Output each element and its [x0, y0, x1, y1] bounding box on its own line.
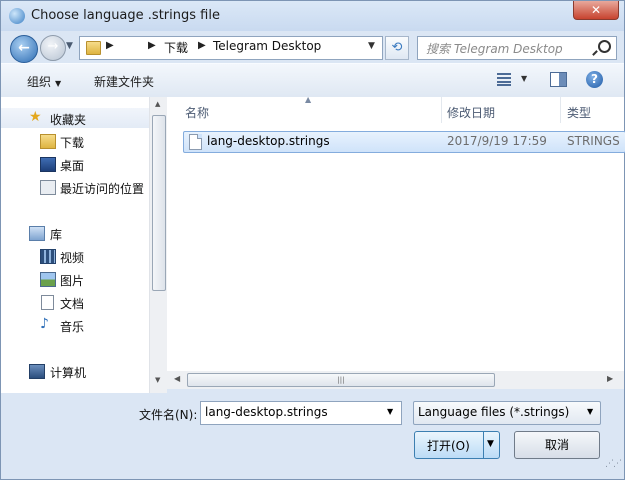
sidebar-item-label: 音乐 [60, 320, 85, 334]
back-button[interactable]: ← [10, 35, 38, 63]
pictures-icon [40, 272, 56, 287]
recent-places-icon [40, 180, 56, 195]
file-type: STRINGS [567, 134, 620, 148]
organize-button[interactable]: 组织 ▼ [27, 73, 61, 90]
sidebar-item-libraries[interactable]: 库 [1, 223, 149, 243]
sidebar-item-label: 图片 [60, 274, 85, 288]
file-type-value: Language files (*.strings) [418, 405, 570, 419]
scroll-left-icon[interactable]: ◀ [174, 374, 180, 383]
title-bar: Choose language .strings file ✕ [1, 1, 624, 31]
sidebar-item-desktop[interactable]: 桌面 [1, 154, 149, 174]
sidebar-item-videos[interactable]: 视频 [1, 246, 149, 266]
sidebar-item-label: 下载 [60, 136, 85, 150]
filename-field[interactable]: lang-desktop.strings ▼ [200, 401, 402, 425]
open-button[interactable]: 打开(O) ▼ [414, 431, 500, 459]
sidebar-item-computer[interactable]: 计算机 [1, 361, 149, 381]
sidebar-item-pictures[interactable]: 图片 [1, 269, 149, 289]
search-icon[interactable] [598, 40, 611, 53]
new-folder-button[interactable]: 新建文件夹 [94, 73, 154, 90]
chevron-down-icon: ▼ [55, 79, 62, 88]
window-title: Choose language .strings file [31, 8, 220, 23]
star-icon: ★ [29, 109, 42, 125]
filename-value: lang-desktop.strings [205, 405, 328, 419]
sidebar-item-label: 桌面 [60, 159, 85, 173]
scroll-right-icon[interactable]: ▶ [607, 374, 613, 383]
open-button-label: 打开(O) [427, 439, 470, 453]
address-bar[interactable]: ▶ ▶ 下载 ▶ Telegram Desktop ▼ [79, 36, 383, 60]
help-icon[interactable]: ? [586, 71, 603, 88]
column-header-modified[interactable]: 修改日期 [442, 97, 560, 123]
sidebar-item-downloads[interactable]: 下载 [1, 131, 149, 151]
cancel-button[interactable]: 取消 [514, 431, 600, 459]
resize-grip-icon[interactable]: ⋰⋰ [605, 459, 622, 469]
scrollbar-thumb[interactable]: ||| [187, 373, 495, 387]
navigation-bar: ← → ▼ ▶ ▶ 下载 ▶ Telegram Desktop ▼ ⟲ 搜索 T… [1, 31, 624, 63]
split-divider [483, 432, 484, 458]
search-input[interactable]: 搜索 Telegram Desktop [417, 36, 617, 60]
sidebar-item-label: 收藏夹 [50, 113, 87, 127]
folder-icon [86, 41, 101, 55]
filename-label: 文件名(N): [139, 408, 198, 422]
open-options-chevron-icon[interactable]: ▼ [487, 439, 494, 449]
chevron-down-icon: ▼ [587, 407, 594, 416]
sidebar-item-label: 计算机 [50, 366, 87, 380]
refresh-button[interactable]: ⟲ [385, 36, 409, 60]
horizontal-scrollbar[interactable]: ◀ ||| ▶ [167, 371, 624, 389]
forward-button[interactable]: → [40, 35, 66, 61]
navigation-pane-scrollbar[interactable]: ▲ ▼ [149, 97, 167, 393]
close-button[interactable]: ✕ [573, 1, 619, 20]
address-dropdown-icon[interactable]: ▼ [368, 41, 375, 51]
view-options-icon[interactable] [497, 73, 511, 86]
column-header-name[interactable]: 名称 [167, 97, 441, 123]
table-row[interactable]: lang-desktop.strings 2017/9/19 17:59 STR… [183, 131, 625, 153]
sidebar-item-label: 视频 [60, 251, 85, 265]
file-icon [189, 134, 202, 150]
command-toolbar: 组织 ▼ 新建文件夹 ▼ ? [1, 63, 624, 98]
navigation-pane: ★ 收藏夹 下载 桌面 最近访问的位置 库 视频 图片 文档 ♪ 音乐 计算机 [1, 97, 149, 393]
documents-icon [41, 295, 54, 310]
sidebar-item-label: 文档 [60, 297, 85, 311]
sidebar-item-label: 最近访问的位置 [60, 182, 145, 196]
music-icon: ♪ [40, 316, 49, 332]
sidebar-item-label: 库 [50, 228, 63, 242]
file-type-select[interactable]: Language files (*.strings) ▼ [413, 401, 601, 425]
videos-icon [40, 249, 56, 264]
desktop-icon [40, 157, 56, 172]
column-header-type[interactable]: 类型 [561, 97, 624, 123]
telegram-app-icon [9, 8, 25, 24]
chevron-down-icon[interactable]: ▼ [387, 407, 393, 416]
file-name: lang-desktop.strings [207, 134, 330, 148]
computer-icon [29, 364, 45, 379]
sidebar-item-favorites[interactable]: ★ 收藏夹 [1, 108, 149, 128]
file-open-dialog: Choose language .strings file ✕ ← → ▼ ▶ … [0, 0, 625, 480]
breadcrumb-downloads[interactable]: 下载 [164, 39, 188, 56]
library-icon [29, 226, 45, 241]
file-modified: 2017/9/19 17:59 [447, 134, 547, 148]
file-list: ▲ 名称 修改日期 类型 lang-desktop.strings 2017/9… [167, 95, 625, 371]
scrollbar-thumb[interactable] [152, 115, 166, 291]
downloads-folder-icon [40, 134, 56, 149]
breadcrumb-separator-icon[interactable]: ▶ [106, 40, 114, 51]
sidebar-item-documents[interactable]: 文档 [1, 292, 149, 312]
recent-locations-chevron-icon[interactable]: ▼ [66, 41, 73, 51]
sidebar-item-recent-places[interactable]: 最近访问的位置 [1, 177, 149, 197]
dialog-footer: 文件名(N): lang-desktop.strings ▼ Language … [1, 393, 624, 479]
organize-label: 组织 [27, 75, 52, 89]
refresh-icon: ⟲ [391, 40, 403, 55]
sidebar-item-music[interactable]: ♪ 音乐 [1, 315, 149, 335]
scroll-up-icon[interactable]: ▲ [155, 100, 160, 108]
view-dropdown-icon[interactable]: ▼ [521, 74, 527, 83]
search-placeholder: 搜索 Telegram Desktop [426, 42, 563, 56]
scroll-down-icon[interactable]: ▼ [155, 376, 160, 384]
breadcrumb-telegram-desktop[interactable]: Telegram Desktop [213, 39, 321, 53]
breadcrumb-separator-icon[interactable]: ▶ [148, 40, 156, 51]
breadcrumb-separator-icon[interactable]: ▶ [198, 40, 206, 51]
preview-pane-icon[interactable] [550, 72, 567, 87]
